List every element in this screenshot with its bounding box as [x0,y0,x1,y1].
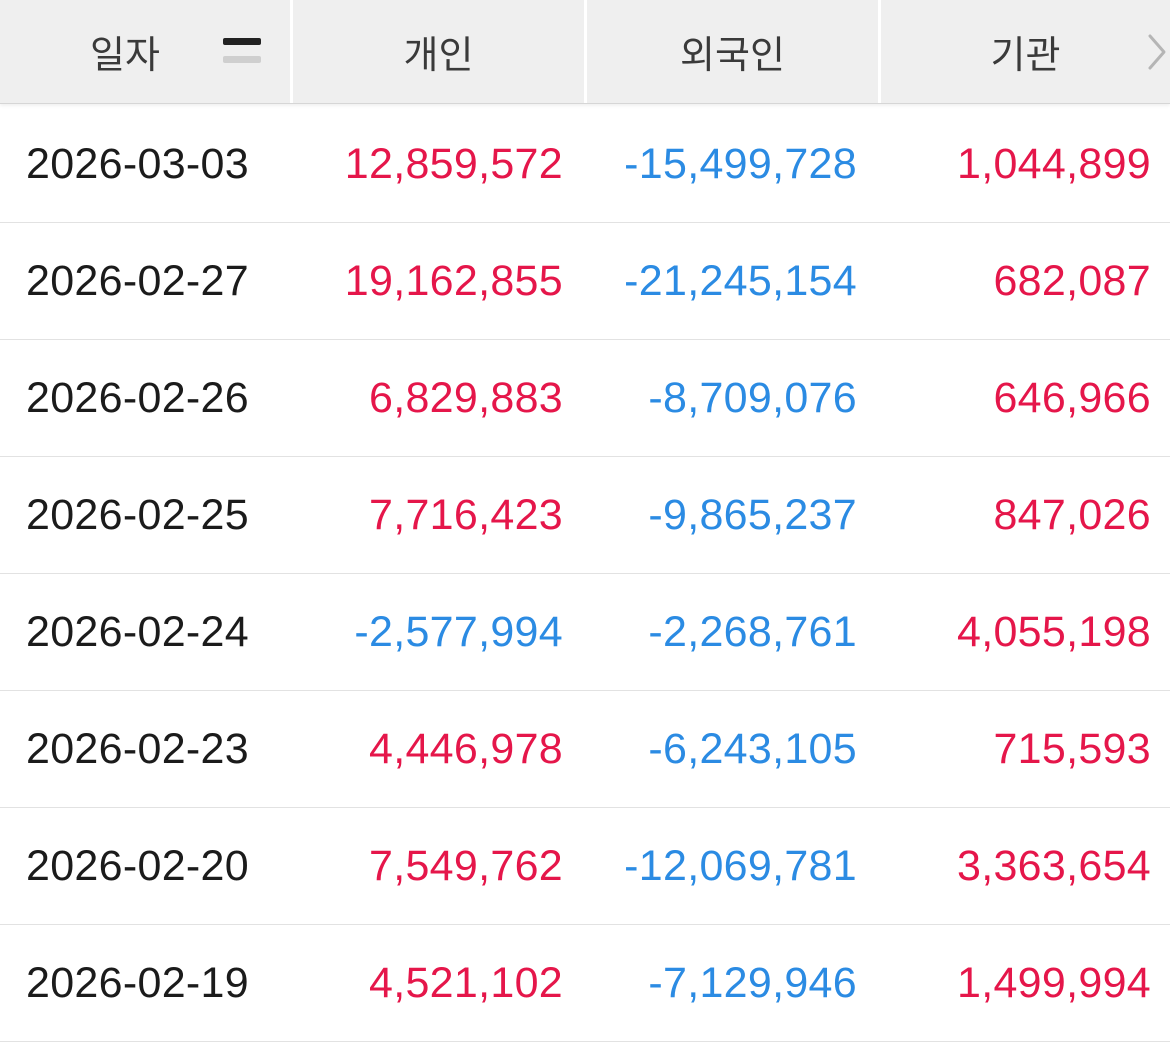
date-cell: 2026-02-23 [26,724,249,773]
institution-cell: 4,055,198 [957,607,1151,656]
column-header-date[interactable]: 일자 [0,0,293,103]
institution-cell: 847,026 [993,490,1151,539]
table-row[interactable]: 2026-02-19 4,521,102 -7,129,946 1,499,994 [0,925,1170,1042]
column-header-individual-label: 개인 [403,35,474,77]
foreign-cell: -15,499,728 [624,139,857,188]
chevron-right-icon[interactable] [1144,30,1170,74]
date-cell: 2026-02-25 [26,490,249,539]
column-header-institution[interactable]: 기관 [881,0,1170,103]
foreign-cell: -8,709,076 [648,373,857,422]
foreign-cell: -7,129,946 [648,958,857,1007]
foreign-cell: -6,243,105 [648,724,857,773]
institution-cell: 715,593 [993,724,1151,773]
column-header-date-label: 일자 [90,35,160,77]
investor-trading-table: 일자 개인 외국인 기관 2026-03-03 12,859,572 -15,499… [0,0,1170,1045]
foreign-cell: -2,268,761 [648,607,857,656]
individual-cell: 7,549,762 [369,841,563,890]
individual-cell: 6,829,883 [369,373,563,422]
date-cell: 2026-02-19 [26,958,249,1007]
institution-cell: 3,363,654 [957,841,1151,890]
sort-icon[interactable] [223,38,261,66]
table-body: 2026-03-03 12,859,572 -15,499,728 1,044,899… [0,106,1170,1042]
date-cell: 2026-02-24 [26,607,249,656]
foreign-cell: -9,865,237 [648,490,857,539]
column-header-institution-label: 기관 [990,35,1061,77]
individual-cell: 4,446,978 [369,724,563,773]
individual-cell: 12,859,572 [344,139,563,188]
table-row[interactable]: 2026-02-27 19,162,855 -21,245,154 682,087 [0,223,1170,340]
individual-cell: 19,162,855 [344,256,563,305]
individual-cell: 7,716,423 [369,490,563,539]
individual-cell: -2,577,994 [354,607,563,656]
institution-cell: 1,499,994 [957,958,1151,1007]
date-cell: 2026-02-26 [26,373,249,422]
institution-cell: 682,087 [993,256,1151,305]
table-row[interactable]: 2026-02-20 7,549,762 -12,069,781 3,363,654 [0,808,1170,925]
date-cell: 2026-02-27 [26,256,249,305]
individual-cell: 4,521,102 [369,958,563,1007]
institution-cell: 1,044,899 [957,139,1151,188]
table-row[interactable]: 2026-02-23 4,446,978 -6,243,105 715,593 [0,691,1170,808]
foreign-cell: -12,069,781 [624,841,857,890]
table-row[interactable]: 2026-02-25 7,716,423 -9,865,237 847,026 [0,457,1170,574]
date-cell: 2026-02-20 [26,841,249,890]
table-row[interactable]: 2026-03-03 12,859,572 -15,499,728 1,044,899 [0,106,1170,223]
column-header-foreign[interactable]: 외국인 [587,0,881,103]
table-row[interactable]: 2026-02-24 -2,577,994 -2,268,761 4,055,198 [0,574,1170,691]
foreign-cell: -21,245,154 [624,256,857,305]
institution-cell: 646,966 [993,373,1151,422]
column-header-foreign-label: 외국인 [680,35,785,77]
table-row[interactable]: 2026-02-26 6,829,883 -8,709,076 646,966 [0,340,1170,457]
column-header-individual[interactable]: 개인 [293,0,587,103]
date-cell: 2026-03-03 [26,139,249,188]
table-header: 일자 개인 외국인 기관 [0,0,1170,104]
